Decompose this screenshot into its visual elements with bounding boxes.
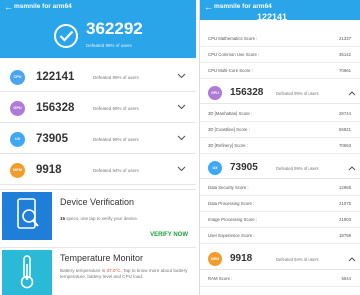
sub-score-label: Data Security Score : <box>208 185 249 190</box>
ux-score: 73905 <box>36 133 68 145</box>
ux-badge: UX <box>208 161 222 175</box>
chevron-down-icon[interactable] <box>177 166 186 172</box>
verify-now-button[interactable]: VERIFY NOW <box>150 232 188 238</box>
ux-user-experience-row: User Experience Score : 18759 <box>200 228 360 244</box>
screenshot-stage: ← msmnile for arm64 362292 Defeated 99% … <box>0 0 360 295</box>
sub-score-label: Image Processing Score : <box>208 217 258 222</box>
thermometer-icon <box>2 250 52 295</box>
gpu-defeated-text: Defeated 99% of users <box>276 91 319 96</box>
ux-score-row[interactable]: UX 73905 Defeated 99% of users <box>200 157 360 179</box>
cpu-score-row[interactable]: CPU 122141 Defeated 99% of users <box>0 62 196 92</box>
sub-score-value: 12968 <box>339 185 351 190</box>
chevron-down-icon[interactable] <box>177 73 186 79</box>
chevron-up-icon[interactable] <box>348 91 356 96</box>
gpu-score: 156328 <box>36 102 75 114</box>
chevron-up-icon[interactable] <box>348 166 356 171</box>
detail-header: ← msmnile for arm64 122141 <box>200 0 360 20</box>
device-title: msmnile for arm64 <box>14 3 72 10</box>
total-defeated-text: Defeated 99% of users <box>86 43 132 48</box>
back-arrow-icon[interactable]: ← <box>204 3 213 12</box>
gpu-badge: GPU <box>208 86 222 100</box>
chevron-down-icon[interactable] <box>177 135 186 141</box>
sub-score-value: 18759 <box>339 233 351 238</box>
results-summary-panel: ← msmnile for arm64 362292 Defeated 99% … <box>0 0 196 295</box>
cpu-math-row: CPU Mathematics Score : 21337 <box>200 31 360 47</box>
ux-score: 73905 <box>230 162 258 173</box>
verification-description: 15 specs, one tap to verify your device. <box>60 216 138 221</box>
total-score-header: ← msmnile for arm64 362292 Defeated 99% … <box>0 0 196 58</box>
sub-score-label: CPU Common Use Score : <box>208 52 260 57</box>
ux-image-processing-row: Image Processing Score : 21903 <box>200 212 360 228</box>
sub-score-value: 21075 <box>339 201 351 206</box>
cpu-multi-core-row: CPU Multi-Core Score : 70661 <box>200 63 360 79</box>
sub-score-label: 3D [Manhattan] Score : <box>208 111 253 116</box>
results-detail-panel: ← msmnile for arm64 122141 CPU Mathemati… <box>199 0 360 295</box>
mem-score: 9918 <box>230 253 253 264</box>
gpu-refinery-row: 3D [Refinery] Score : 70663 <box>200 138 360 154</box>
gpu-score-row[interactable]: GPU 156328 Defeated 99% of users <box>0 93 196 123</box>
device-verification-card[interactable]: Device Verification 15 specs, one tap to… <box>0 189 196 242</box>
gpu-badge: GPU <box>10 101 25 116</box>
total-score: 362292 <box>86 19 143 38</box>
device-title: msmnile for arm64 <box>214 3 272 10</box>
temperature-monitor-card[interactable]: Temperature Monitor Battery temperature … <box>0 247 196 295</box>
temperature-title: Temperature Monitor <box>60 253 144 263</box>
ux-defeated-text: Defeated 99% of users <box>276 166 319 171</box>
verification-description-text: specs, one tap to verify your device. <box>65 216 139 221</box>
gpu-score-row[interactable]: GPU 156328 Defeated 99% of users <box>200 82 360 104</box>
back-arrow-icon[interactable]: ← <box>4 3 13 12</box>
cpu-score-peek: 122141 <box>257 12 288 20</box>
gpu-coastline-row: 3D [Coastline] Score : 56921 <box>200 122 360 138</box>
sub-score-label: 3D [Coastline] Score : <box>208 127 250 132</box>
ux-defeated-text: Defeated 99% of users <box>93 137 139 142</box>
mem-score-row[interactable]: MEM 9918 Defeated 94% of users <box>0 155 196 185</box>
mem-defeated-text: Defeated 94% of users <box>276 257 319 262</box>
temperature-description: Battery temperature is 37.0°C. Tap to kn… <box>60 268 192 280</box>
sub-score-value: 21337 <box>339 36 351 41</box>
ux-score-row[interactable]: UX 73905 Defeated 99% of users <box>0 124 196 154</box>
gpu-manhattan-row: 3D [Manhattan] Score : 28744 <box>200 106 360 122</box>
mem-badge: MEM <box>208 252 222 266</box>
gpu-score: 156328 <box>230 87 264 98</box>
sub-score-value: 35142 <box>339 52 351 57</box>
sub-score-value: 56921 <box>339 127 351 132</box>
mem-ram-row: RAM Score : 5644 <box>200 271 360 287</box>
sub-score-value: 5644 <box>341 276 351 281</box>
verification-icon <box>2 192 52 240</box>
sub-score-label: RAM Score : <box>208 276 233 281</box>
mem-score-row[interactable]: MEM 9918 Defeated 94% of users <box>200 248 360 270</box>
sub-score-value: 28744 <box>339 111 351 116</box>
chevron-down-icon[interactable] <box>177 104 186 110</box>
cpu-score: 122141 <box>36 71 75 83</box>
cpu-common-use-row: CPU Common Use Score : 35142 <box>200 47 360 63</box>
verification-title: Device Verification <box>60 197 135 207</box>
chevron-up-icon[interactable] <box>348 257 356 262</box>
mem-defeated-text: Defeated 94% of users <box>93 168 139 173</box>
ux-data-processing-row: Data Processing Score : 21075 <box>200 196 360 212</box>
check-circle-icon <box>54 24 78 48</box>
gpu-defeated-text: Defeated 99% of users <box>93 106 139 111</box>
ux-badge: UX <box>10 132 25 147</box>
battery-temperature-value: 37.0°C <box>106 268 121 273</box>
mem-score: 9918 <box>36 164 62 176</box>
cpu-defeated-text: Defeated 99% of users <box>93 75 139 80</box>
ux-data-security-row: Data Security Score : 12968 <box>200 180 360 196</box>
sub-score-value: 70661 <box>339 68 351 73</box>
cpu-badge: CPU <box>10 70 25 85</box>
sub-score-label: User Experience Score : <box>208 233 255 238</box>
sub-score-value: 21903 <box>339 217 351 222</box>
sub-score-value: 70663 <box>339 143 351 148</box>
sub-score-label: CPU Mathematics Score : <box>208 36 258 41</box>
sub-score-label: CPU Multi-Core Score : <box>208 68 253 73</box>
sub-score-label: Data Processing Score : <box>208 201 255 206</box>
sub-score-label: 3D [Refinery] Score : <box>208 143 248 148</box>
mem-badge: MEM <box>10 163 25 178</box>
temperature-text-prefix: Battery temperature is <box>60 268 107 273</box>
